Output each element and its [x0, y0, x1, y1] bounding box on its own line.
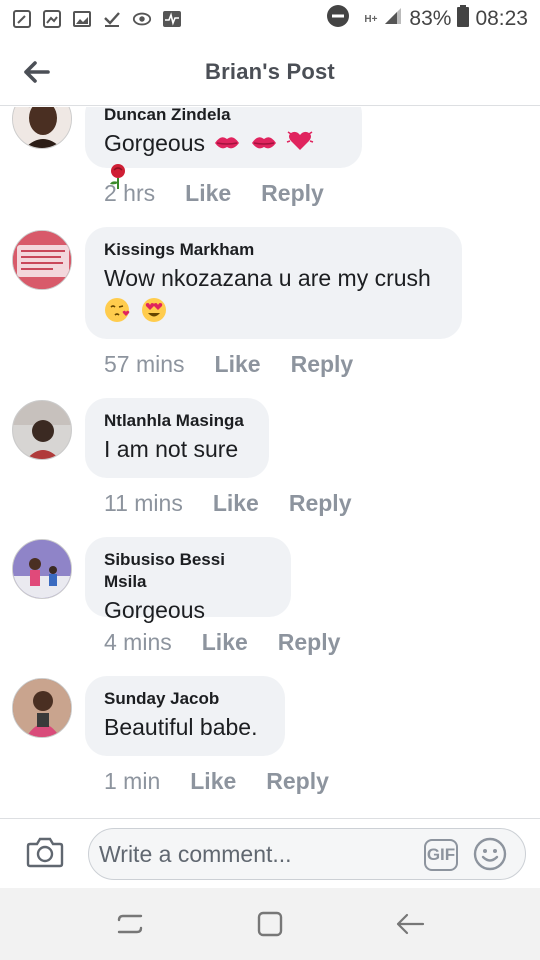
reply-button[interactable]: Reply — [291, 351, 354, 378]
do-not-disturb-icon — [326, 4, 350, 34]
home-button[interactable] — [250, 904, 290, 944]
beating-heart-icon — [286, 128, 314, 162]
android-nav-bar — [0, 888, 540, 960]
comment-author[interactable]: Ntlanhla Masinga — [104, 410, 250, 432]
comment-author[interactable]: Duncan Zindela — [104, 107, 343, 126]
comment-bubble[interactable]: Kissings Markham Wow nkozazana u are my … — [85, 227, 462, 339]
status-system: H+ 83% 08:23 — [326, 4, 528, 34]
comment-meta: 1 min Like Reply — [104, 768, 329, 795]
reply-button[interactable]: Reply — [261, 180, 324, 207]
comment-text: I am not sure — [104, 436, 239, 462]
comment-text: Beautiful babe. — [104, 714, 258, 740]
battery-percent: 83% — [409, 7, 452, 30]
avatar[interactable] — [12, 539, 72, 599]
comment-meta: 57 mins Like Reply — [104, 351, 353, 378]
kiss-mark-icon — [250, 130, 278, 161]
like-button[interactable]: Like — [190, 768, 236, 795]
comment-time[interactable]: 1 min — [104, 768, 160, 795]
comment-input-placeholder: Write a comment... — [99, 841, 292, 867]
signal-icon — [383, 6, 403, 32]
avatar[interactable] — [12, 678, 72, 738]
comment-bubble[interactable]: Sibusiso Bessi Msila Gorgeous — [85, 537, 291, 623]
comment-time[interactable]: 4 mins — [104, 629, 172, 656]
comment-bubble[interactable]: Ntlanhla Masinga I am not sure — [85, 398, 269, 478]
comment-text-body: Wow nkozazana u are my crush — [104, 265, 431, 291]
gallery-icon — [72, 9, 92, 29]
comment-text: Wow nkozazana u are my crush — [104, 263, 443, 332]
like-button[interactable]: Like — [185, 180, 231, 207]
like-button[interactable]: Like — [213, 490, 259, 517]
comment-author[interactable]: Kissings Markham — [104, 239, 443, 261]
reply-button[interactable]: Reply — [278, 629, 341, 656]
kiss-mark-icon — [213, 130, 241, 161]
comment-bubble[interactable]: Sunday Jacob Beautiful babe. — [85, 676, 285, 756]
comment-author[interactable]: Sibusiso Bessi Msila — [104, 549, 272, 593]
post-header: Brian's Post — [0, 38, 540, 106]
smiley-icon — [473, 837, 507, 871]
activity-icon — [162, 9, 182, 29]
checkmark-download-icon — [102, 9, 122, 29]
avatar[interactable] — [12, 400, 72, 460]
back-nav-button[interactable] — [390, 904, 430, 944]
comment-meta: 11 mins Like Reply — [104, 490, 352, 517]
back-arrow-icon — [24, 61, 50, 83]
recent-apps-button[interactable] — [110, 904, 150, 944]
reply-button[interactable]: Reply — [266, 768, 329, 795]
avatar[interactable] — [12, 230, 72, 290]
comment-time[interactable]: 11 mins — [104, 490, 183, 517]
comment-composer: Write a comment... GIF — [0, 818, 540, 888]
heart-eyes-icon — [140, 296, 168, 332]
comment-input[interactable]: Write a comment... GIF — [88, 828, 526, 880]
comment-meta: 2 hrs Like Reply — [104, 180, 324, 207]
status-bar: H+ 83% 08:23 — [0, 0, 540, 38]
like-button[interactable]: Like — [215, 351, 261, 378]
comment-time[interactable]: 2 hrs — [104, 180, 155, 207]
image-box-icon — [42, 9, 62, 29]
recent-apps-icon — [117, 914, 143, 934]
eye-icon — [132, 9, 152, 29]
camera-button[interactable] — [26, 835, 64, 869]
camera-icon — [26, 837, 64, 868]
reply-button[interactable]: Reply — [289, 490, 352, 517]
comment-text-body: Gorgeous — [104, 130, 206, 157]
comments-list[interactable]: Duncan Zindela Gorgeous 2 hrs Like Reply… — [0, 107, 540, 818]
face-blowing-kiss-icon — [104, 296, 132, 332]
network-type: H+ — [364, 13, 378, 25]
back-button[interactable] — [18, 56, 54, 88]
home-square-icon — [257, 911, 283, 937]
back-arrow-nav-icon — [396, 913, 425, 935]
like-button[interactable]: Like — [202, 629, 248, 656]
sticker-button[interactable] — [473, 837, 507, 871]
clock: 08:23 — [475, 7, 528, 30]
comment-author[interactable]: Sunday Jacob — [104, 688, 266, 710]
status-notifications — [12, 9, 182, 29]
comment-bubble[interactable]: Duncan Zindela Gorgeous — [85, 107, 362, 189]
comment-text: Gorgeous — [104, 597, 206, 623]
page-title: Brian's Post — [205, 58, 335, 84]
comment-time[interactable]: 57 mins — [104, 351, 185, 378]
comment-meta: 4 mins Like Reply — [104, 629, 340, 656]
avatar[interactable] — [12, 107, 72, 149]
edit-box-icon — [12, 9, 32, 29]
gif-button[interactable]: GIF — [424, 839, 458, 871]
battery-icon — [457, 5, 470, 33]
